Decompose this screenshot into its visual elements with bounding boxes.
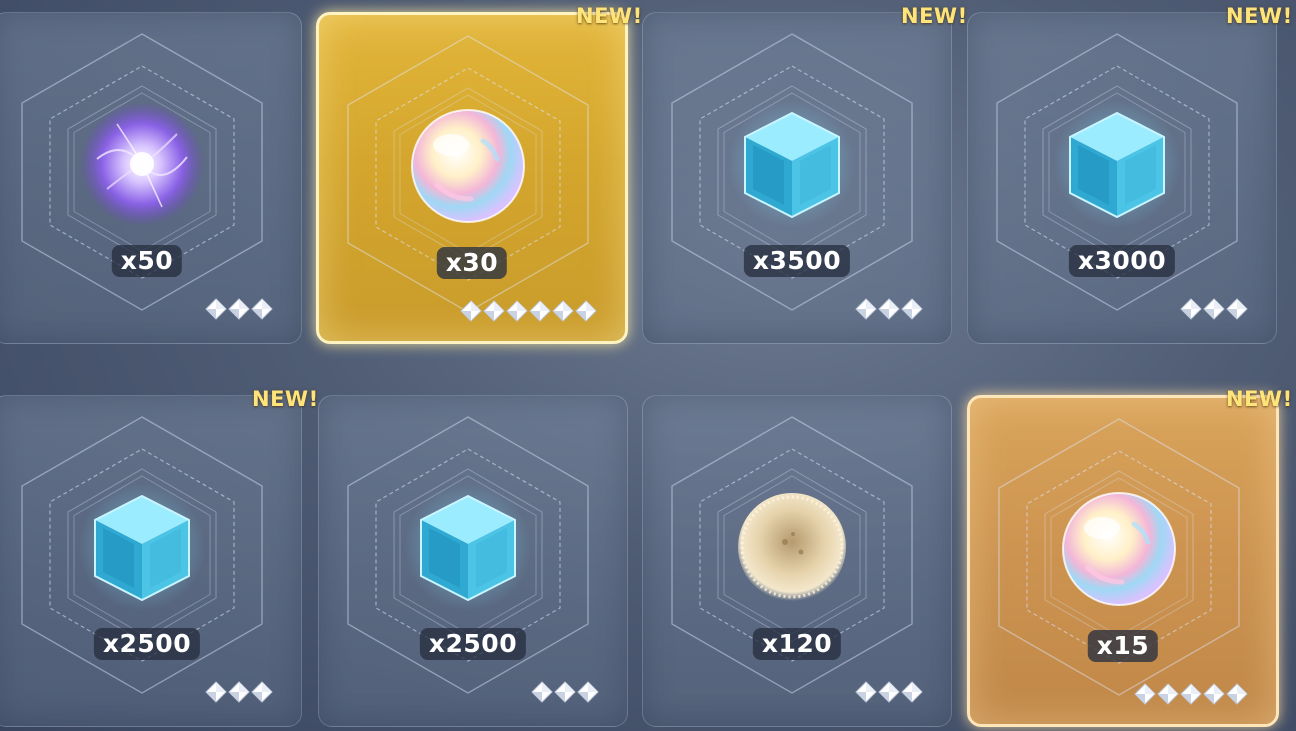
reward-card[interactable]: x3500 bbox=[642, 12, 952, 344]
rarity-diamond-icon bbox=[855, 298, 877, 320]
rarity-diamond-icon bbox=[552, 300, 574, 322]
rarity-diamond-icon bbox=[1226, 298, 1248, 320]
rarity-diamond-icon bbox=[1180, 298, 1202, 320]
rarity-diamonds bbox=[855, 680, 923, 704]
reward-card[interactable]: x120 bbox=[642, 395, 952, 727]
quantity-label: x3500 bbox=[743, 245, 851, 277]
rarity-diamond-icon bbox=[575, 300, 597, 322]
rarity-diamonds bbox=[531, 680, 599, 704]
quantity-label: x15 bbox=[1087, 630, 1159, 662]
prismatic-pearl-icon bbox=[1054, 484, 1184, 614]
rarity-diamond-icon bbox=[901, 298, 923, 320]
quantity-label: x2500 bbox=[419, 628, 527, 660]
reward-card[interactable]: x50 bbox=[0, 12, 302, 344]
rarity-diamond-icon bbox=[228, 298, 250, 320]
reward-card[interactable]: x2500 bbox=[0, 395, 302, 727]
golden-dust-orb-icon bbox=[727, 482, 857, 612]
new-badge: NEW! bbox=[1226, 4, 1293, 28]
quantity-label: x30 bbox=[436, 247, 508, 279]
quantity-label: x120 bbox=[752, 628, 842, 660]
rarity-diamond-icon bbox=[1203, 298, 1225, 320]
quantity-label: x2500 bbox=[93, 628, 201, 660]
blue-cube-icon bbox=[77, 482, 207, 612]
rarity-diamond-icon bbox=[577, 681, 599, 703]
rarity-diamond-icon bbox=[483, 300, 505, 322]
rarity-diamond-icon bbox=[460, 300, 482, 322]
prismatic-pearl-icon bbox=[403, 101, 533, 231]
quantity-label: x3000 bbox=[1068, 245, 1176, 277]
blue-cube-icon bbox=[403, 482, 533, 612]
rarity-diamonds bbox=[205, 680, 273, 704]
new-badge: NEW! bbox=[1226, 387, 1293, 411]
rarity-diamond-icon bbox=[1203, 683, 1225, 705]
blue-cube-icon bbox=[1052, 99, 1182, 229]
reward-card[interactable]: x3000 bbox=[967, 12, 1277, 344]
rarity-diamond-icon bbox=[531, 681, 553, 703]
new-badge: NEW! bbox=[576, 4, 643, 28]
quantity-label: x50 bbox=[111, 245, 183, 277]
rarity-diamond-icon bbox=[506, 300, 528, 322]
rarity-diamond-icon bbox=[251, 681, 273, 703]
rarity-diamond-icon bbox=[878, 298, 900, 320]
reward-card[interactable]: x15 bbox=[967, 395, 1279, 727]
rarity-diamonds bbox=[205, 297, 273, 321]
rarity-diamond-icon bbox=[901, 681, 923, 703]
rarity-diamonds bbox=[855, 297, 923, 321]
blue-cube-icon bbox=[727, 99, 857, 229]
rarity-diamond-icon bbox=[1157, 683, 1179, 705]
rarity-diamond-icon bbox=[878, 681, 900, 703]
rarity-diamonds bbox=[1180, 297, 1248, 321]
rarity-diamond-icon bbox=[1180, 683, 1202, 705]
rarity-diamond-icon bbox=[1226, 683, 1248, 705]
purple-energy-orb-icon bbox=[77, 99, 207, 229]
new-badge: NEW! bbox=[252, 387, 319, 411]
rarity-diamond-icon bbox=[251, 298, 273, 320]
rarity-diamond-icon bbox=[205, 298, 227, 320]
rarity-diamond-icon bbox=[855, 681, 877, 703]
rarity-diamond-icon bbox=[554, 681, 576, 703]
new-badge: NEW! bbox=[901, 4, 968, 28]
reward-grid: x50 x30 x3500 x3000 x2500 x2500 x120 x15… bbox=[0, 0, 1296, 731]
reward-card[interactable]: x30 bbox=[316, 12, 628, 344]
rarity-diamond-icon bbox=[529, 300, 551, 322]
rarity-diamond-icon bbox=[1134, 683, 1156, 705]
rarity-diamond-icon bbox=[228, 681, 250, 703]
reward-card[interactable]: x2500 bbox=[318, 395, 628, 727]
rarity-diamonds bbox=[1134, 682, 1248, 706]
rarity-diamond-icon bbox=[205, 681, 227, 703]
rarity-diamonds bbox=[460, 299, 597, 323]
